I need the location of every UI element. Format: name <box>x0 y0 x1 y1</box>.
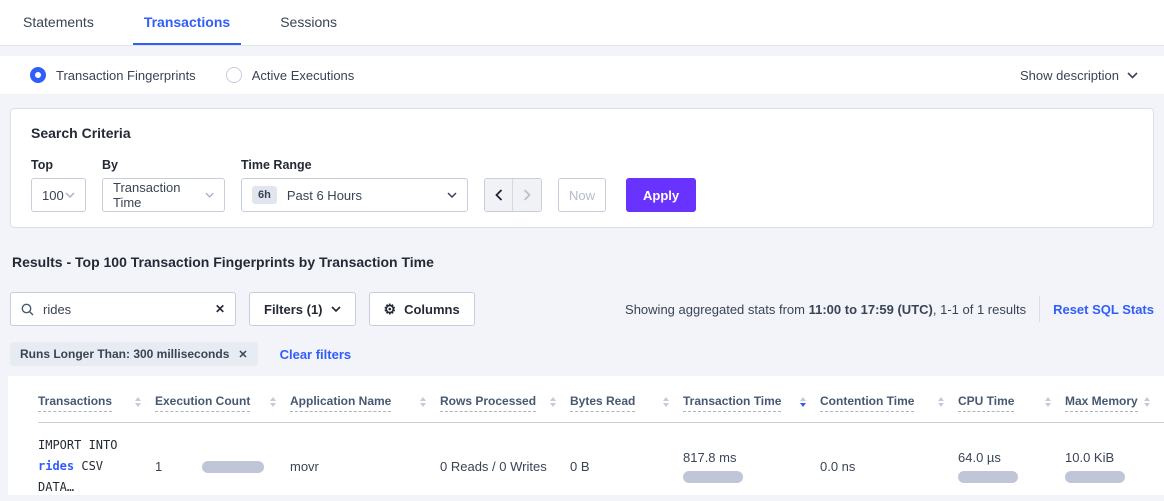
view-radio-group: Transaction Fingerprints Active Executio… <box>30 67 384 83</box>
gear-icon: ⚙ <box>384 302 397 316</box>
search-input[interactable] <box>43 302 206 317</box>
column-header-execution-count[interactable]: Execution Count <box>155 394 290 412</box>
cell-transaction-time: 817.8 ms <box>683 450 820 483</box>
sort-icon <box>420 397 426 407</box>
chevron-down-icon <box>1127 72 1138 79</box>
by-select-value: Transaction Time <box>113 180 205 210</box>
top-label: Top <box>31 158 86 172</box>
time-range-select[interactable]: 6h Past 6 Hours <box>241 178 468 212</box>
search-criteria-card: Search Criteria Top 100 By Transaction T… <box>10 108 1154 228</box>
chevron-down-icon <box>65 192 75 198</box>
cell-execution-count: 1 <box>155 459 290 474</box>
cpu-time-bar <box>958 471 1018 483</box>
top-select[interactable]: 100 <box>31 178 86 212</box>
cell-application-name: movr <box>290 459 440 474</box>
column-header-rows-processed[interactable]: Rows Processed <box>440 394 570 412</box>
radio-label: Transaction Fingerprints <box>56 68 196 83</box>
max-memory-bar <box>1065 471 1125 483</box>
column-header-transactions[interactable]: Transactions <box>38 394 155 412</box>
by-label: By <box>102 158 225 172</box>
search-icon <box>21 303 34 316</box>
tab-sessions[interactable]: Sessions <box>269 0 348 45</box>
radio-unselected-icon <box>226 67 242 83</box>
search-criteria-title: Search Criteria <box>31 125 1133 141</box>
cell-bytes-read: 0 B <box>570 459 683 474</box>
search-match-highlight: rides <box>38 459 74 473</box>
transactions-page: Statements Transactions Sessions Transac… <box>0 0 1164 495</box>
aggregated-stats-text: Showing aggregated stats from 11:00 to 1… <box>625 302 1026 317</box>
table-header-row: Transactions Execution Count Application… <box>38 386 1164 423</box>
columns-button[interactable]: ⚙ Columns <box>369 292 475 326</box>
search-input-wrapper: ✕ <box>10 292 236 326</box>
results-table: Transactions Execution Count Application… <box>8 376 1164 495</box>
cell-cpu-time: 64.0 µs <box>958 450 1065 483</box>
tab-statements[interactable]: Statements <box>12 0 105 45</box>
active-filters-row: Runs Longer Than: 300 milliseconds ✕ Cle… <box>10 342 1154 366</box>
now-button[interactable]: Now <box>558 178 606 212</box>
column-header-max-memory[interactable]: Max Memory <box>1065 394 1164 412</box>
show-description-label: Show description <box>1020 68 1119 83</box>
transaction-fingerprint-link[interactable]: IMPORT INTO rides CSV DATA… <box>38 435 155 498</box>
chevron-down-icon <box>205 192 214 198</box>
column-header-bytes-read[interactable]: Bytes Read <box>570 394 683 412</box>
radio-active-executions[interactable]: Active Executions <box>226 67 355 83</box>
by-select[interactable]: Transaction Time <box>102 178 225 212</box>
results-heading: Results - Top 100 Transaction Fingerprin… <box>12 254 1154 270</box>
sort-icon <box>550 397 556 407</box>
time-next-button[interactable] <box>513 179 541 211</box>
clear-search-icon[interactable]: ✕ <box>215 302 225 316</box>
column-header-contention-time[interactable]: Contention Time <box>820 394 958 412</box>
sort-icon-active-desc <box>800 397 806 407</box>
chevron-down-icon <box>331 306 341 312</box>
top-field: Top 100 <box>31 158 86 212</box>
filters-button[interactable]: Filters (1) <box>249 292 356 326</box>
by-field: By Transaction Time <box>102 158 225 212</box>
stats-time-range: 11:00 to 17:59 (UTC) <box>809 302 933 317</box>
top-select-value: 100 <box>42 188 64 203</box>
sort-icon <box>270 397 276 407</box>
clear-filters-link[interactable]: Clear filters <box>280 347 352 362</box>
sort-icon <box>663 397 669 407</box>
view-toggle-band: Transaction Fingerprints Active Executio… <box>0 56 1164 94</box>
show-description-toggle[interactable]: Show description <box>1020 68 1138 83</box>
tab-bar: Statements Transactions Sessions <box>0 0 1164 46</box>
search-criteria-controls: Top 100 By Transaction Time Time Range 6… <box>31 158 1133 212</box>
filter-chip: Runs Longer Than: 300 milliseconds ✕ <box>10 342 258 366</box>
sort-icon <box>938 397 944 407</box>
radio-transaction-fingerprints[interactable]: Transaction Fingerprints <box>30 67 196 83</box>
column-header-application-name[interactable]: Application Name <box>290 394 440 412</box>
filter-chip-label: Runs Longer Than: 300 milliseconds <box>20 347 229 361</box>
chevron-right-icon <box>523 189 531 201</box>
apply-button[interactable]: Apply <box>626 178 696 212</box>
sort-icon <box>1144 397 1150 407</box>
time-range-label: Time Range <box>241 158 468 172</box>
table-row: IMPORT INTO rides CSV DATA… 1 movr 0 Rea… <box>38 423 1164 501</box>
column-header-cpu-time[interactable]: CPU Time <box>958 394 1065 412</box>
columns-button-label: Columns <box>404 302 460 317</box>
radio-label: Active Executions <box>252 68 355 83</box>
time-prev-button[interactable] <box>485 179 513 211</box>
cell-rows-processed: 0 Reads / 0 Writes <box>440 459 570 474</box>
chevron-down-icon <box>447 192 457 198</box>
sort-icon <box>135 397 141 407</box>
tab-transactions[interactable]: Transactions <box>133 0 241 45</box>
reset-sql-stats-link[interactable]: Reset SQL Stats <box>1053 302 1154 317</box>
chevron-left-icon <box>495 189 503 201</box>
filters-button-label: Filters (1) <box>264 302 323 317</box>
radio-selected-icon <box>30 67 46 83</box>
remove-filter-icon[interactable]: ✕ <box>238 348 247 361</box>
time-range-field: Time Range 6h Past 6 Hours <box>241 158 468 212</box>
results-toolbar: ✕ Filters (1) ⚙ Columns Showing aggregat… <box>10 292 1154 326</box>
sort-icon <box>1045 397 1051 407</box>
transaction-time-bar <box>683 471 743 483</box>
execution-count-bar <box>202 461 264 473</box>
time-range-value: Past 6 Hours <box>287 188 362 203</box>
time-range-pager <box>484 178 542 212</box>
time-range-badge: 6h <box>252 186 277 204</box>
cell-max-memory: 10.0 KiB <box>1065 450 1164 483</box>
vertical-divider <box>1039 296 1040 322</box>
cell-contention-time: 0.0 ns <box>820 459 958 474</box>
column-header-transaction-time[interactable]: Transaction Time <box>683 394 820 412</box>
